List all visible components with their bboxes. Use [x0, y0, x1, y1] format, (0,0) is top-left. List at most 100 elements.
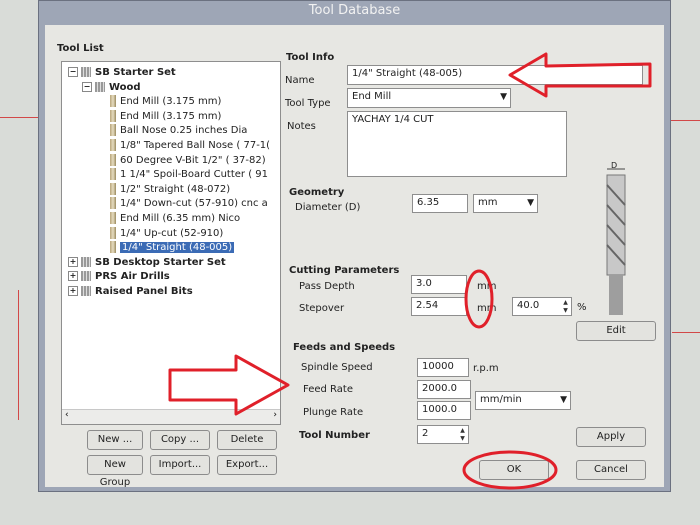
tree-tool-item[interactable]: 1/2" Straight (48-072): [110, 182, 231, 197]
rate-unit-value: mm/min: [480, 394, 522, 405]
feed-rate-label: Feed Rate: [303, 384, 353, 395]
tree-item-label: PRS Air Drills: [95, 271, 170, 283]
notes-label: Notes: [287, 121, 316, 132]
tree-tool-item[interactable]: 1 1/4" Spoil-Board Cutter ( 91: [110, 168, 268, 182]
tree-tool-item[interactable]: 1/4" Down-cut (57-910) cnc a: [110, 197, 268, 211]
spinner-arrows-icon[interactable]: ▲ ▼: [561, 299, 570, 315]
annotation-circle-units-icon: [464, 269, 494, 329]
tree-item-label: 1/2" Straight (48-072): [120, 183, 231, 195]
scroll-left-icon[interactable]: ‹: [65, 410, 69, 420]
tree-tool-item[interactable]: Ball Nose 0.25 inches Dia: [110, 124, 247, 138]
tree-item-label: Raised Panel Bits: [95, 286, 193, 297]
tool-number-label: Tool Number: [299, 430, 370, 441]
background-guide-line: [671, 120, 700, 121]
end-mill-diagram-icon: [606, 168, 626, 315]
spindle-speed-unit: r.p.m: [473, 363, 499, 374]
tool-number-value: 2: [422, 428, 429, 439]
stepover-percent-spinner[interactable]: 40.0 ▲ ▼: [512, 297, 572, 316]
stepover-label: Stepover: [299, 303, 345, 314]
spindle-speed-input[interactable]: 10000: [417, 358, 469, 377]
stepover-input[interactable]: 2.54: [411, 297, 467, 316]
tree-group-item[interactable]: + Raised Panel Bits: [68, 285, 193, 299]
plunge-rate-input[interactable]: 1000.0: [417, 401, 471, 420]
stepover-percent-value: 40.0: [517, 300, 540, 311]
router-bit-icon: [110, 153, 116, 166]
pass-depth-label: Pass Depth: [299, 281, 355, 292]
diameter-label: Diameter (D): [295, 202, 361, 213]
new-tool-button[interactable]: New ...: [87, 430, 143, 450]
tree-tool-item[interactable]: 1/4" Up-cut (52-910): [110, 226, 224, 241]
tree-group-item[interactable]: + SB Desktop Starter Set: [68, 256, 226, 270]
tool-group-icon: [81, 256, 91, 267]
tool-type-select[interactable]: End Mill ▼: [347, 88, 511, 108]
expand-icon[interactable]: +: [68, 286, 78, 296]
tree-tool-item[interactable]: 1/4" Straight (48-005): [110, 241, 235, 255]
tree-item-label: 1 1/4" Spoil-Board Cutter ( 91: [120, 169, 269, 181]
tree-item-label: 60 Degree V-Bit 1/2" ( 37-82): [120, 154, 266, 166]
export-button[interactable]: Export...: [217, 455, 277, 475]
tree-tool-item[interactable]: End Mill (3.175 mm): [110, 109, 222, 124]
tree-group-item[interactable]: − SB Starter Set: [68, 66, 176, 80]
delete-tool-button[interactable]: Delete: [217, 430, 277, 450]
router-bit-icon: [110, 197, 116, 210]
diameter-unit-value: mm: [478, 197, 498, 208]
router-bit-icon: [110, 182, 116, 195]
import-button[interactable]: Import...: [150, 455, 210, 475]
router-bit-icon: [110, 168, 116, 181]
router-bit-icon: [110, 226, 116, 239]
tree-item-label: Wood: [109, 81, 141, 93]
spindle-speed-label: Spindle Speed: [301, 362, 373, 373]
tool-type-value: End Mill: [352, 91, 392, 102]
annotation-arrow-name-icon: [508, 52, 652, 98]
router-bit-icon: [110, 212, 116, 224]
copy-tool-button[interactable]: Copy ...: [150, 430, 210, 450]
tree-tool-item[interactable]: End Mill (3.175 mm): [110, 95, 221, 109]
tree-item-label: 1/4" Straight (48-005): [120, 242, 235, 254]
notes-textarea[interactable]: YACHAY 1/4 CUT: [347, 111, 567, 177]
tool-list-header: Tool List: [57, 43, 104, 54]
plunge-rate-label: Plunge Rate: [303, 407, 364, 418]
diameter-input[interactable]: 6.35: [412, 194, 468, 213]
collapse-icon[interactable]: −: [68, 67, 78, 77]
chevron-down-icon: ▼: [560, 395, 567, 405]
tree-tool-item[interactable]: End Mill (6.35 mm) Nico: [110, 212, 240, 226]
router-bit-icon: [110, 109, 116, 122]
background-guide-line: [0, 117, 38, 118]
tree-item-label: End Mill (3.175 mm): [120, 110, 222, 122]
tree-tool-item[interactable]: 1/8" Tapered Ball Nose ( 77-1(: [110, 139, 270, 153]
background-guide-line: [18, 290, 19, 420]
tool-group-icon: [81, 271, 91, 282]
new-group-button[interactable]: New Group: [87, 455, 143, 488]
chevron-down-icon: ▼: [527, 198, 534, 208]
spinner-arrows-icon[interactable]: ▲ ▼: [458, 427, 467, 443]
router-bit-icon: [110, 124, 116, 137]
geometry-header: Geometry: [289, 187, 345, 198]
diameter-diagram-label: D: [611, 161, 618, 170]
pass-depth-input[interactable]: 3.0: [411, 275, 467, 294]
router-bit-icon: [110, 241, 116, 254]
tree-item-label: End Mill (6.35 mm) Nico: [120, 213, 241, 224]
apply-button[interactable]: Apply: [576, 427, 646, 447]
feed-rate-input[interactable]: 2000.0: [417, 380, 471, 399]
tool-type-label: Tool Type: [285, 98, 331, 109]
tool-group-icon: [81, 67, 91, 77]
tree-item-label: 1/4" Up-cut (52-910): [120, 227, 224, 239]
edit-button[interactable]: Edit: [576, 321, 656, 341]
expand-icon[interactable]: +: [68, 256, 78, 267]
window-title: Tool Database: [308, 3, 401, 18]
tool-group-icon: [95, 81, 105, 92]
tree-tool-item[interactable]: 60 Degree V-Bit 1/2" ( 37-82): [110, 153, 266, 168]
tree-item-label: SB Starter Set: [95, 67, 176, 78]
feeds-speeds-header: Feeds and Speeds: [293, 342, 396, 353]
tree-group-item[interactable]: − Wood: [82, 81, 141, 95]
cancel-button[interactable]: Cancel: [576, 460, 646, 480]
tool-group-icon: [81, 286, 91, 296]
tree-group-item[interactable]: + PRS Air Drills: [68, 270, 170, 284]
tree-item-label: SB Desktop Starter Set: [95, 256, 226, 268]
collapse-icon[interactable]: −: [82, 81, 92, 92]
rate-unit-select[interactable]: mm/min ▼: [475, 391, 571, 410]
diameter-unit-select[interactable]: mm ▼: [473, 194, 538, 213]
expand-icon[interactable]: +: [68, 271, 78, 282]
tool-number-spinner[interactable]: 2 ▲ ▼: [417, 425, 469, 444]
annotation-circle-ok-icon: [462, 450, 558, 490]
